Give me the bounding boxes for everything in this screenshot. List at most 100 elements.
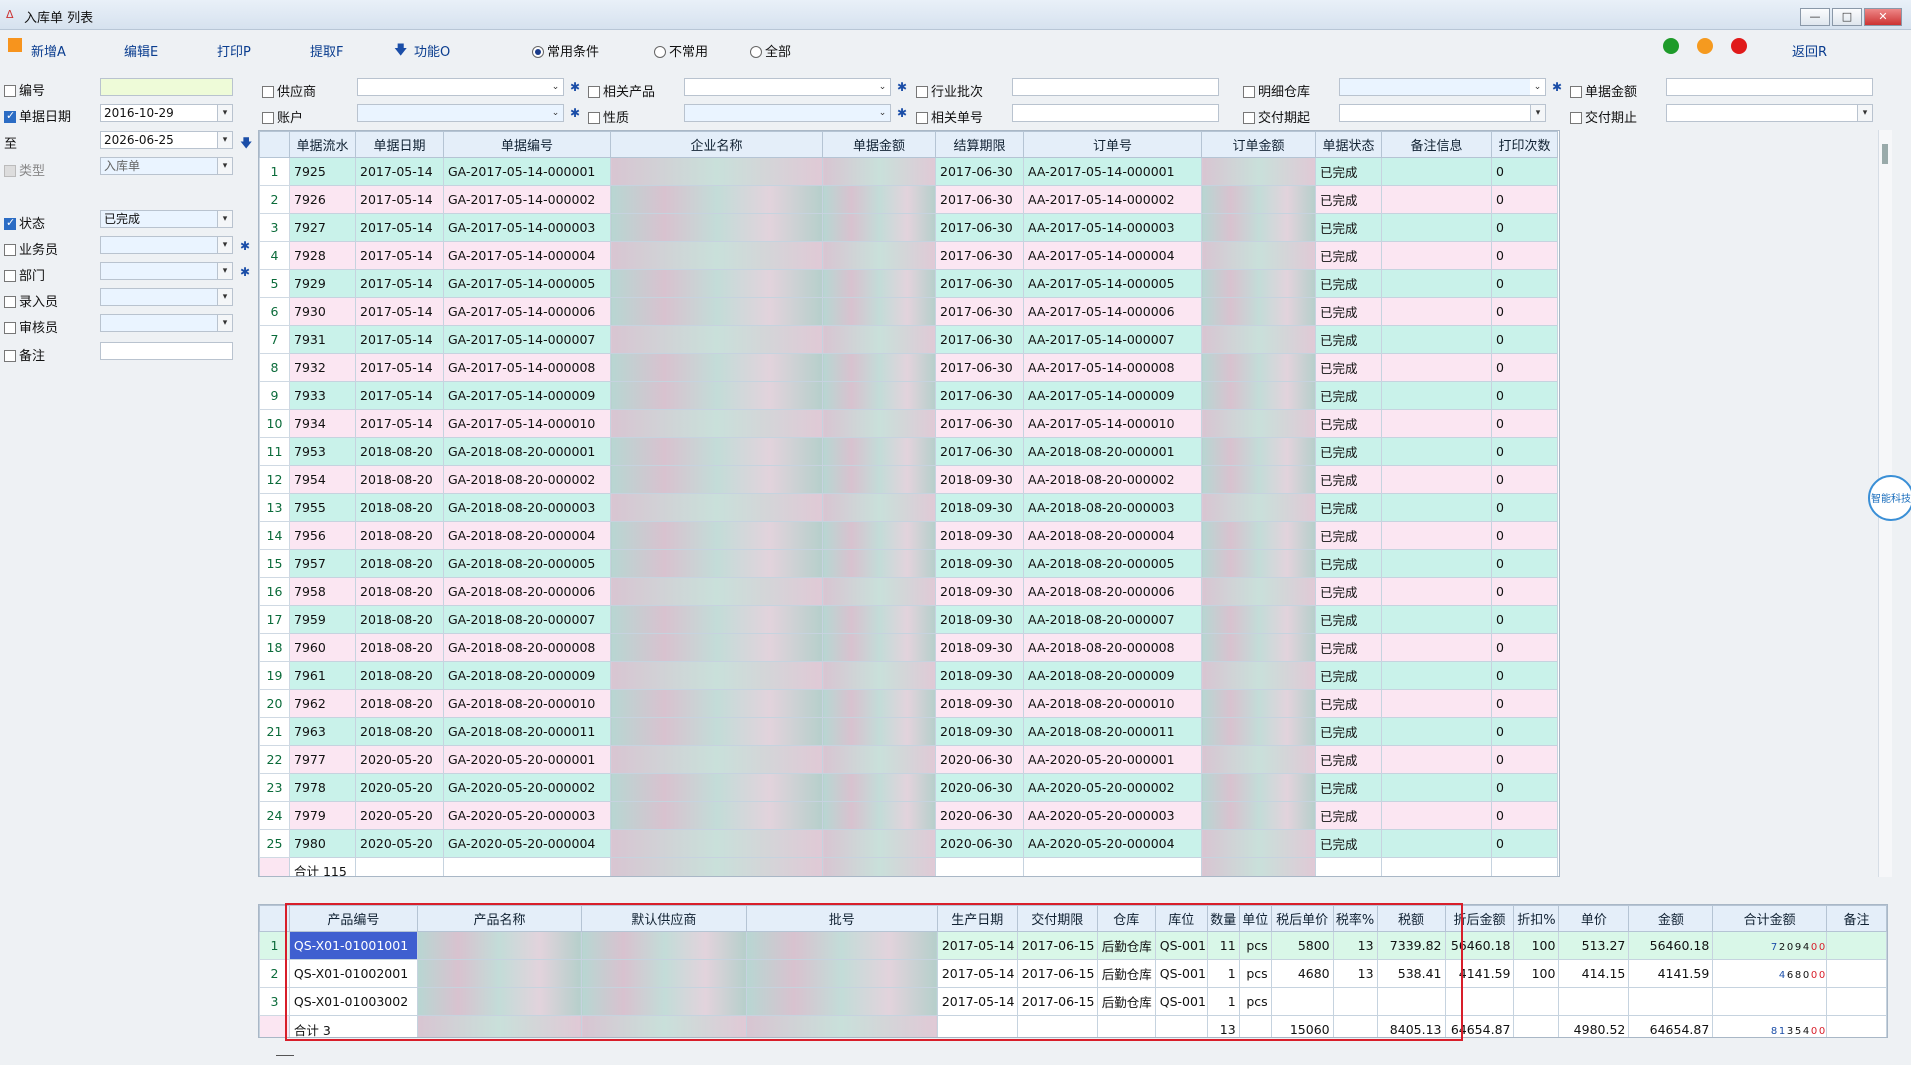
pin-icon[interactable]: ✱ <box>1552 80 1562 94</box>
column-header[interactable]: 单据金额 <box>822 131 936 158</box>
checkbox-checked-icon[interactable] <box>4 109 16 123</box>
chevron-down-icon[interactable]: ⌄ <box>875 105 890 121</box>
supplier-filter[interactable]: 供应商 <box>262 81 316 100</box>
account-filter[interactable]: 账户 <box>262 107 303 126</box>
checkbox-icon[interactable] <box>588 112 600 124</box>
date-filter[interactable]: 单据日期 <box>4 106 71 125</box>
supplier-select[interactable]: ⌄ <box>357 78 564 96</box>
detail-column-header[interactable]: 金额 <box>1628 905 1714 932</box>
detail-column-header[interactable]: 默认供应商 <box>581 905 747 932</box>
table-row[interactable]: 6 7930 2017-05-14 GA-2017-05-14-000006 2017-… <box>259 297 1558 326</box>
table-row[interactable]: 17 7959 2018-08-20 GA-2018-08-20-000007 2018… <box>259 605 1558 634</box>
detail-row[interactable]: 2 QS-X01-01002001 2017-05-14 2017-06-15 后勤仓库… <box>259 959 1887 988</box>
remark-input[interactable] <box>100 342 233 360</box>
salesman-filter[interactable]: 业务员 <box>4 239 58 258</box>
table-row[interactable]: 18 7960 2018-08-20 GA-2018-08-20-000008 2018… <box>259 633 1558 662</box>
account-select[interactable]: ⌄ <box>357 104 564 122</box>
checkbox-icon[interactable] <box>4 296 16 308</box>
detail-grid[interactable]: 产品编号 产品名称 默认供应商 批号 生产日期 交付期限 仓库 库位 数量 单位 税后单价 税率% 税额… <box>258 904 1888 1038</box>
column-header[interactable]: 单据日期 <box>355 131 444 158</box>
checkbox-icon[interactable] <box>1243 86 1255 98</box>
checkbox-icon[interactable] <box>588 86 600 98</box>
table-row[interactable]: 12 7954 2018-08-20 GA-2018-08-20-000002 2018… <box>259 465 1558 494</box>
checkbox-icon[interactable] <box>262 112 274 124</box>
related-no-input[interactable] <box>1012 104 1219 122</box>
table-row[interactable]: 24 7979 2020-05-20 GA-2020-05-20-000003 2020… <box>259 801 1558 830</box>
related-product-select[interactable]: ⌄ <box>684 78 891 96</box>
arrow-down-icon[interactable]: 🡇 <box>240 134 252 155</box>
maximize-button[interactable]: □ <box>1832 8 1862 26</box>
table-row[interactable]: 21 7963 2018-08-20 GA-2018-08-20-000011 2018… <box>259 717 1558 746</box>
pin-icon[interactable]: ✱ <box>240 239 250 253</box>
detail-column-header[interactable]: 税额 <box>1376 905 1446 932</box>
brand-badge-icon[interactable]: 智能科技 <box>1868 475 1911 521</box>
checkbox-checked-icon[interactable] <box>4 216 16 230</box>
delivery-to-filter[interactable]: 交付期止 <box>1570 107 1637 126</box>
column-header[interactable]: 订单号 <box>1023 131 1202 158</box>
table-row[interactable]: 23 7978 2020-05-20 GA-2020-05-20-000002 2020… <box>259 773 1558 802</box>
extract-button[interactable]: 提取F <box>310 41 343 60</box>
column-header[interactable]: 单据编号 <box>443 131 611 158</box>
table-row[interactable]: 1 7925 2017-05-14 GA-2017-05-14-000001 2017-… <box>259 157 1558 186</box>
chevron-down-icon[interactable]: ⌄ <box>875 79 890 95</box>
radio-all[interactable]: 全部 <box>750 41 791 60</box>
checkbox-icon[interactable] <box>4 270 16 282</box>
date-to-input[interactable]: 2026-06-25 ▾ <box>100 131 233 149</box>
return-button[interactable]: 返回R <box>1792 41 1827 60</box>
status-select[interactable]: 已完成 ▾ <box>100 210 233 228</box>
doc-amount-filter[interactable]: 单据金额 <box>1570 81 1637 100</box>
chevron-down-icon[interactable]: ▾ <box>217 315 232 331</box>
calendar-dropdown-icon[interactable]: ▾ <box>217 105 232 121</box>
delivery-from-filter[interactable]: 交付期起 <box>1243 107 1310 126</box>
orange-status-icon[interactable] <box>1697 38 1713 54</box>
detail-column-header[interactable]: 税后单价 <box>1270 905 1334 932</box>
detail-column-header[interactable]: 合计金额 <box>1712 905 1828 932</box>
table-row[interactable]: 22 7977 2020-05-20 GA-2020-05-20-000001 2020… <box>259 745 1558 774</box>
radio-common[interactable]: 常用条件 <box>532 41 599 60</box>
table-row[interactable]: 2 7926 2017-05-14 GA-2017-05-14-000002 2017-… <box>259 185 1558 214</box>
auditor-filter[interactable]: 审核员 <box>4 317 58 336</box>
table-row[interactable]: 8 7932 2017-05-14 GA-2017-05-14-000008 2017-… <box>259 353 1558 382</box>
row-header-corner[interactable] <box>259 131 290 158</box>
chevron-down-icon[interactable]: ▾ <box>217 237 232 253</box>
table-row[interactable]: 20 7962 2018-08-20 GA-2018-08-20-000010 2018… <box>259 689 1558 718</box>
radio-uncommon[interactable]: 不常用 <box>654 41 708 60</box>
detail-row[interactable]: 3 QS-X01-01003002 2017-05-14 2017-06-15 后勤仓库… <box>259 987 1887 1016</box>
nature-filter[interactable]: 性质 <box>588 107 629 126</box>
detail-column-header[interactable]: 备注 <box>1826 905 1887 932</box>
checkbox-icon[interactable] <box>4 244 16 256</box>
checkbox-icon[interactable] <box>916 112 928 124</box>
detail-wh-select[interactable]: ⌄ <box>1339 78 1546 96</box>
code-filter[interactable]: 编号 <box>4 80 45 99</box>
detail-column-header[interactable]: 数量 <box>1206 905 1240 932</box>
column-header[interactable]: 备注信息 <box>1381 131 1492 158</box>
table-row[interactable]: 7 7931 2017-05-14 GA-2017-05-14-000007 2017-… <box>259 325 1558 354</box>
column-header[interactable]: 单据流水 <box>289 131 356 158</box>
main-grid[interactable]: 单据流水 单据日期 单据编号 企业名称 单据金额 结算期限 订单号 订单金额 单据状态 备注信息打… <box>258 130 1560 877</box>
detail-column-header[interactable]: 交付期限 <box>1016 905 1098 932</box>
delivery-to-input[interactable]: ▾ <box>1666 104 1873 122</box>
delivery-from-input[interactable]: ▾ <box>1339 104 1546 122</box>
detail-column-header[interactable]: 批号 <box>745 905 938 932</box>
red-status-icon[interactable] <box>1731 38 1747 54</box>
table-row[interactable]: 13 7955 2018-08-20 GA-2018-08-20-000003 2018… <box>259 493 1558 522</box>
detail-column-header[interactable]: 税率% <box>1332 905 1378 932</box>
table-row[interactable]: 3 7927 2017-05-14 GA-2017-05-14-000003 2017-… <box>259 213 1558 242</box>
checkbox-icon[interactable] <box>1570 112 1582 124</box>
detail-column-header[interactable] <box>259 905 290 932</box>
pin-icon[interactable]: ✱ <box>570 80 580 94</box>
detail-column-header[interactable]: 生产日期 <box>936 905 1018 932</box>
calendar-dropdown-icon[interactable]: ▾ <box>1857 105 1872 121</box>
detail-column-header[interactable]: 库位 <box>1154 905 1208 932</box>
pin-icon[interactable]: ✱ <box>897 80 907 94</box>
column-header[interactable]: 企业名称 <box>610 131 823 158</box>
detail-column-header[interactable]: 折扣% <box>1513 905 1560 932</box>
column-header[interactable]: 订单金额 <box>1201 131 1316 158</box>
chevron-down-icon[interactable]: ▾ <box>217 263 232 279</box>
column-header[interactable]: 结算期限 <box>935 131 1024 158</box>
checkbox-icon[interactable] <box>4 85 16 97</box>
detail-row[interactable]: 1 QS-X01-01001001 2017-05-14 2017-06-15 后勤仓库… <box>259 931 1887 960</box>
chevron-down-icon[interactable]: ▾ <box>217 211 232 227</box>
green-status-icon[interactable] <box>1663 38 1679 54</box>
related-no-filter[interactable]: 相关单号 <box>916 107 983 126</box>
